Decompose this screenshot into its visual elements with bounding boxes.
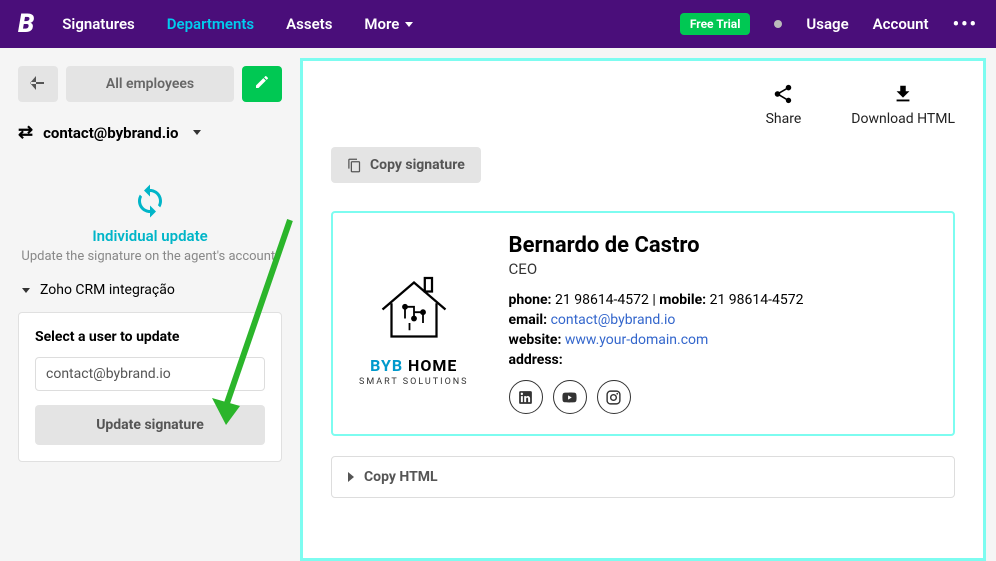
signature-title: CEO [509, 260, 927, 278]
select-user-label: Select a user to update [35, 329, 265, 345]
individual-update-title: Individual update [18, 227, 282, 245]
individual-update-desc: Update the signature on the agent's acco… [18, 249, 282, 264]
share-icon [772, 83, 794, 105]
edit-button[interactable] [242, 66, 282, 102]
caret-down-icon [405, 22, 413, 27]
sidebar: All employees ⇄ contact@bybrand.io Indiv… [0, 48, 300, 561]
more-options-icon[interactable]: ••• [953, 14, 978, 35]
signature-preview: BYB HOME SMART SOLUTIONS Bernardo de Cas… [331, 211, 955, 436]
zoho-integration-toggle[interactable]: Zoho CRM integração [18, 282, 282, 298]
email-value: contact@bybrand.io [43, 124, 178, 142]
youtube-button[interactable] [553, 380, 587, 414]
house-icon [369, 260, 459, 350]
share-action[interactable]: Share [766, 83, 802, 127]
linkedin-icon [517, 389, 534, 406]
linkedin-button[interactable] [509, 380, 543, 414]
signature-email-line: email: contact@bybrand.io [509, 312, 927, 328]
select-user-card: Select a user to update Update signature [18, 312, 282, 462]
status-dot-icon [774, 20, 782, 28]
instagram-icon [605, 389, 622, 406]
caret-down-icon [193, 130, 201, 135]
download-icon [892, 83, 914, 105]
signature-name: Bernardo de Castro [509, 233, 927, 258]
copy-icon [347, 158, 362, 173]
main-area: Share Download HTML Copy signature [300, 48, 996, 561]
nav-assets[interactable]: Assets [286, 15, 332, 33]
nav-items: Signatures Departments Assets More [62, 15, 680, 33]
top-navbar: B Signatures Departments Assets More Fre… [0, 0, 996, 48]
edit-icon [254, 74, 270, 90]
copy-signature-button[interactable]: Copy signature [331, 147, 481, 183]
zoho-label: Zoho CRM integração [40, 282, 175, 298]
instagram-button[interactable] [597, 380, 631, 414]
nav-departments[interactable]: Departments [167, 15, 254, 33]
signature-website-line: website: www.your-domain.com [509, 332, 927, 348]
download-label: Download HTML [851, 111, 955, 127]
download-action[interactable]: Download HTML [851, 83, 955, 127]
signature-info: Bernardo de Castro CEO phone: 21 98614-4… [509, 233, 927, 414]
copy-signature-label: Copy signature [370, 157, 465, 173]
nav-more[interactable]: More [364, 15, 413, 33]
brand-logo: B [18, 9, 34, 39]
logo-text: BYB HOME [370, 356, 457, 375]
update-signature-button[interactable]: Update signature [35, 405, 265, 445]
caret-down-icon [22, 288, 30, 293]
swap-icon: ⇄ [18, 122, 33, 143]
free-trial-button[interactable]: Free Trial [680, 13, 751, 35]
nav-usage[interactable]: Usage [806, 15, 848, 33]
main-panel: Share Download HTML Copy signature [300, 58, 986, 561]
arrow-left-icon [30, 76, 46, 90]
all-employees-button[interactable]: All employees [66, 66, 234, 102]
email-dropdown[interactable]: ⇄ contact@bybrand.io [18, 122, 282, 143]
user-email-input[interactable] [35, 357, 265, 391]
nav-account[interactable]: Account [873, 15, 929, 33]
back-button[interactable] [18, 66, 58, 102]
signature-phone-line: phone: 21 98614-4572 | mobile: 21 98614-… [509, 292, 927, 308]
nav-signatures[interactable]: Signatures [62, 15, 134, 33]
signature-address-line: address: [509, 352, 927, 368]
caret-right-icon [348, 472, 354, 482]
refresh-icon [132, 183, 168, 219]
logo-tagline: SMART SOLUTIONS [359, 377, 469, 387]
share-label: Share [766, 111, 802, 127]
nav-more-label: More [364, 15, 399, 33]
nav-right: Free Trial Usage Account ••• [680, 13, 978, 35]
signature-logo: BYB HOME SMART SOLUTIONS [359, 233, 469, 414]
copy-html-label: Copy HTML [364, 469, 438, 485]
youtube-icon [561, 389, 578, 406]
copy-html-toggle[interactable]: Copy HTML [331, 456, 955, 498]
